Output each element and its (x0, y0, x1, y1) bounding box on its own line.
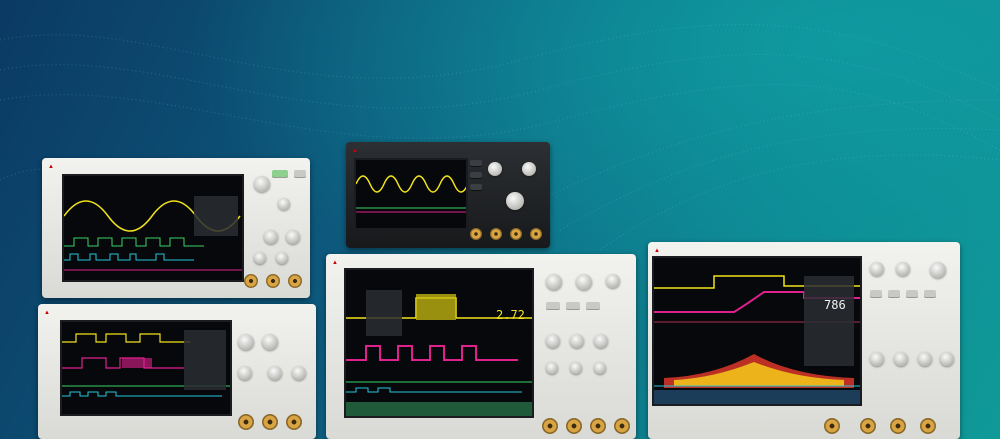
waveform-display (346, 270, 532, 416)
oscilloscope-device: ▲ (42, 158, 310, 298)
oscilloscope-device: ▲ (38, 304, 316, 439)
oscilloscope-device: ▲ 2.72 (326, 254, 636, 439)
waveform-display (654, 258, 860, 404)
measurement-readout: 2.72 (496, 308, 525, 322)
oscilloscope-screen (60, 320, 232, 416)
waveform-display (64, 196, 242, 271)
oscilloscope-screen: 2.72 (344, 268, 534, 418)
oscilloscope-device: ▲ (346, 142, 550, 248)
waveform-display (62, 330, 230, 397)
oscilloscope-device: ▲ 786 (648, 242, 960, 439)
oscilloscope-screen (62, 174, 244, 282)
waveform-display (356, 175, 466, 213)
measurement-readout: 786 (824, 298, 846, 312)
oscilloscope-screen: 786 (652, 256, 862, 406)
oscilloscope-screen (354, 158, 468, 230)
